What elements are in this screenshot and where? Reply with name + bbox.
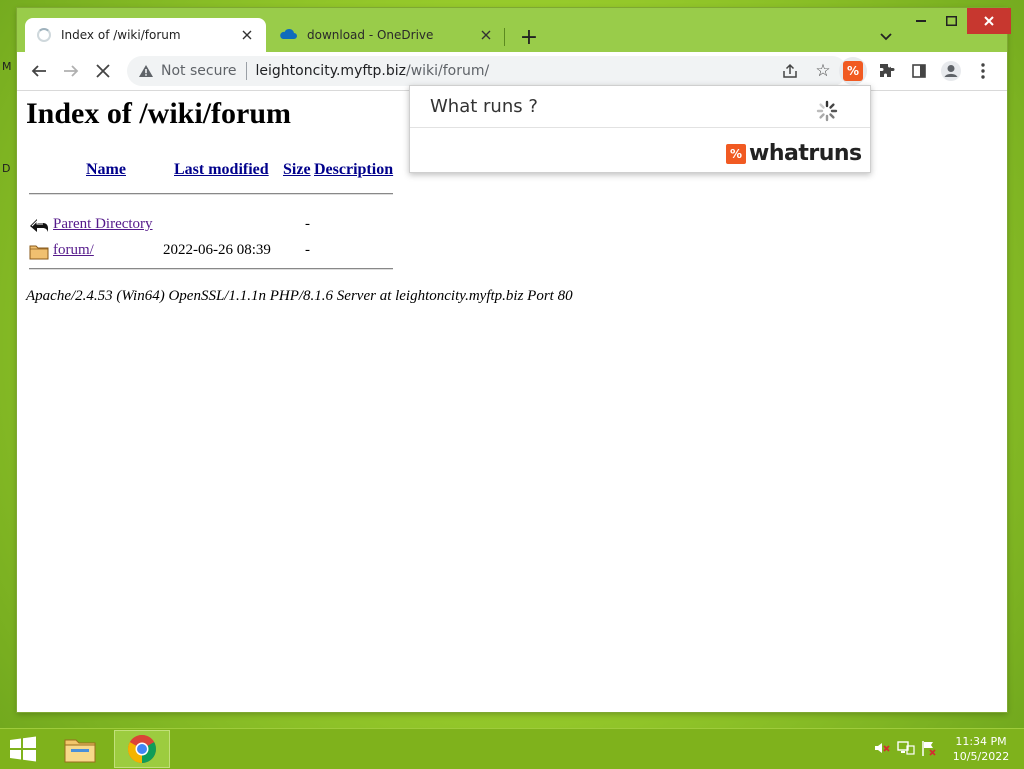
- stop-loading-icon[interactable]: [89, 57, 117, 85]
- whatruns-extension-icon[interactable]: %: [843, 61, 863, 81]
- forward-arrow-icon[interactable]: [57, 57, 85, 85]
- action-center-flag-icon[interactable]: [920, 739, 938, 757]
- url-path: /wiki/forum/: [405, 63, 490, 79]
- tab-separator: [504, 28, 505, 46]
- warning-triangle-icon[interactable]: [137, 62, 155, 80]
- file-explorer-taskbar-icon[interactable]: [52, 730, 108, 768]
- minimize-button[interactable]: [906, 8, 936, 34]
- parent-directory-link[interactable]: Parent Directory: [53, 216, 153, 233]
- bookmark-star-icon[interactable]: ☆: [813, 61, 833, 81]
- forum-folder-link[interactable]: forum/: [53, 242, 94, 259]
- whatruns-logo-mark-icon: %: [726, 143, 746, 164]
- maximize-button[interactable]: [936, 8, 966, 34]
- whatruns-logo[interactable]: % whatruns: [726, 141, 862, 166]
- folder-icon: [29, 241, 49, 261]
- clock-time: 11:34 PM: [955, 735, 1007, 748]
- kebab-menu-icon[interactable]: [969, 57, 997, 85]
- desktop-fragment-m: M: [2, 60, 12, 73]
- tab-title: download - OneDrive: [307, 28, 434, 42]
- back-arrow-icon: [29, 215, 49, 235]
- chrome-taskbar-icon[interactable]: [114, 730, 170, 768]
- tab-strip: Index of /wiki/forum download - OneDrive…: [17, 8, 1011, 52]
- network-icon[interactable]: [897, 739, 915, 757]
- server-signature: Apache/2.4.53 (Win64) OpenSSL/1.1.1n PHP…: [26, 288, 573, 304]
- profile-avatar-icon[interactable]: [937, 57, 965, 85]
- system-clock[interactable]: 11:34 PM 10/5/2022: [950, 734, 1012, 764]
- taskbar: 11:34 PM 10/5/2022: [0, 728, 1024, 769]
- share-icon[interactable]: [781, 62, 799, 80]
- browser-window: Index of /wiki/forum download - OneDrive…: [17, 8, 1011, 712]
- column-header-size[interactable]: Size: [283, 161, 311, 179]
- tab-index-wiki-forum[interactable]: Index of /wiki/forum: [25, 18, 266, 52]
- windows-start-icon[interactable]: [8, 736, 38, 764]
- desktop-fragment-d: D: [2, 162, 11, 175]
- row-modified: 2022-06-26 08:39: [163, 242, 271, 258]
- new-tab-button[interactable]: +: [517, 25, 541, 50]
- whatruns-popup: What runs ? % whatruns: [409, 85, 871, 173]
- tab-search-chevron-icon[interactable]: [874, 25, 898, 49]
- column-header-description[interactable]: Description: [314, 161, 393, 179]
- tab-title: Index of /wiki/forum: [61, 28, 181, 42]
- volume-muted-icon[interactable]: [873, 739, 891, 757]
- popup-title: What runs ?: [430, 96, 538, 117]
- side-panel-icon[interactable]: [905, 57, 933, 85]
- desktop-icon-fragments: M D: [0, 60, 14, 190]
- row-size: -: [305, 216, 310, 232]
- whatruns-logo-text: whatruns: [749, 141, 862, 166]
- omnibox-divider: [245, 62, 247, 80]
- url-host: leightoncity.myftp.biz: [255, 63, 406, 79]
- column-header-last-modified[interactable]: Last modified: [174, 161, 269, 179]
- back-arrow-icon[interactable]: [25, 57, 53, 85]
- page-title: Index of /wiki/forum: [26, 97, 292, 130]
- tab-onedrive[interactable]: download - OneDrive: [267, 18, 505, 52]
- popup-divider: [410, 127, 870, 128]
- close-window-button[interactable]: [967, 8, 1011, 34]
- extensions-puzzle-icon[interactable]: [873, 57, 901, 85]
- clock-date: 10/5/2022: [952, 750, 1010, 763]
- not-secure-label[interactable]: Not secure: [161, 63, 237, 79]
- loading-spinner-icon: [37, 28, 51, 42]
- address-bar[interactable]: Not secure leightoncity.myftp.biz/wiki/f…: [127, 56, 847, 86]
- table-divider-bottom: [29, 268, 393, 270]
- table-divider-top: [29, 193, 393, 195]
- row-size: -: [305, 242, 310, 258]
- close-tab-icon[interactable]: [477, 26, 495, 44]
- onedrive-cloud-icon: [279, 28, 297, 43]
- column-header-name[interactable]: Name: [86, 161, 126, 179]
- page-content: Index of /wiki/forum Name Last modified …: [17, 91, 1007, 712]
- close-tab-icon[interactable]: [238, 26, 256, 44]
- loading-spinner-icon: [816, 100, 838, 122]
